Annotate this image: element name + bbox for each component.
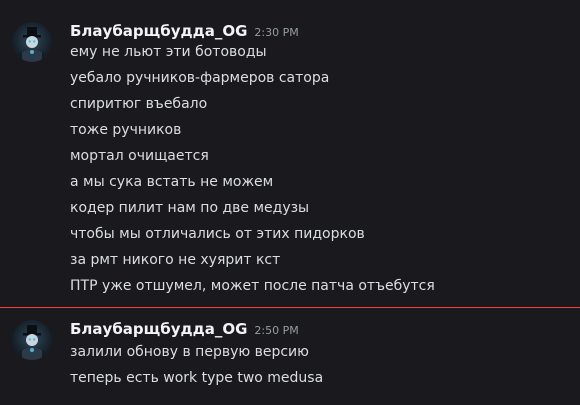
message-header: Блаубарщбудда_OG 2:50 PM	[70, 320, 299, 342]
message-group: Блаубарщбудда_OG 2:50 PM залили обнову в…	[0, 0, 580, 405]
message-line: теперь есть work type two medusa	[70, 370, 324, 386]
timestamp[interactable]: 2:50 PM	[254, 324, 298, 337]
message-line: залили обнову в первую версию	[70, 344, 309, 360]
avatar[interactable]	[12, 320, 52, 360]
username[interactable]: Блаубарщбудда_OG	[70, 320, 247, 338]
avatar-image	[18, 325, 46, 360]
chat-message-list[interactable]: Блаубарщбудда_OG 2:30 PM ему не льют эти…	[0, 0, 580, 405]
